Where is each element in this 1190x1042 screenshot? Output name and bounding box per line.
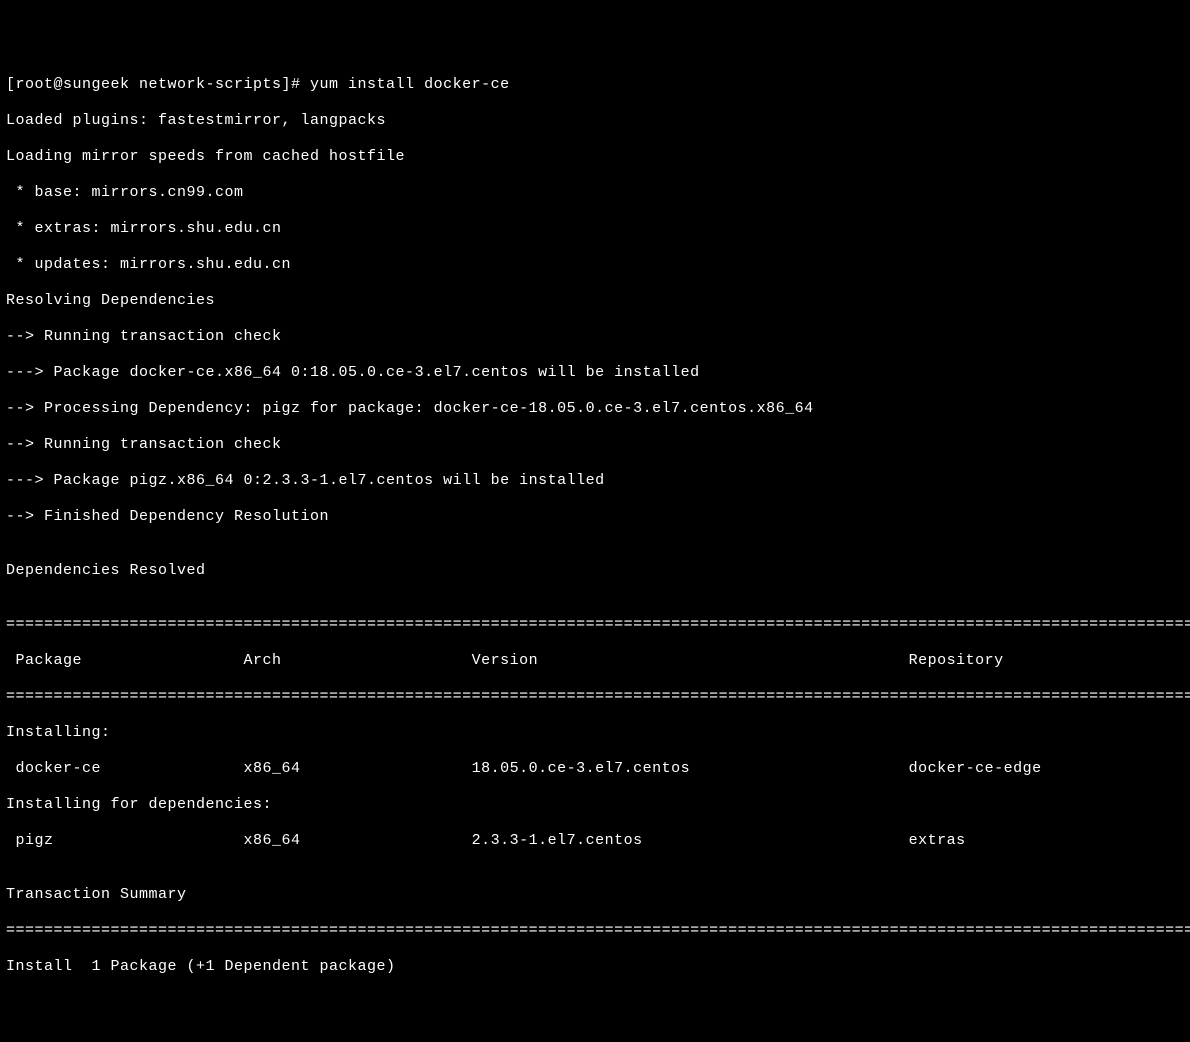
shell-prompt-line[interactable]: [root@sungeek network-scripts]# yum inst…: [6, 76, 1184, 94]
table-row: docker-ce x86_64 18.05.0.ce-3.el7.centos…: [6, 760, 1184, 778]
output-line: --> Running transaction check: [6, 328, 1184, 346]
table-divider: ========================================…: [6, 922, 1184, 940]
table-divider: ========================================…: [6, 616, 1184, 634]
output-line: --> Finished Dependency Resolution: [6, 508, 1184, 526]
output-line: Loading mirror speeds from cached hostfi…: [6, 148, 1184, 166]
output-line: --> Processing Dependency: pigz for pack…: [6, 400, 1184, 418]
table-row: pigz x86_64 2.3.3-1.el7.centos extras 68…: [6, 832, 1184, 850]
output-line: * updates: mirrors.shu.edu.cn: [6, 256, 1184, 274]
output-line: Dependencies Resolved: [6, 562, 1184, 580]
table-header: Package Arch Version Repository Size: [6, 652, 1184, 670]
section-header: Installing for dependencies:: [6, 796, 1184, 814]
output-line: * base: mirrors.cn99.com: [6, 184, 1184, 202]
output-line: ---> Package pigz.x86_64 0:2.3.3-1.el7.c…: [6, 472, 1184, 490]
output-line: --> Running transaction check: [6, 436, 1184, 454]
section-header: Installing:: [6, 724, 1184, 742]
output-line: Install 1 Package (+1 Dependent package): [6, 958, 1184, 976]
output-line: Resolving Dependencies: [6, 292, 1184, 310]
section-header: Transaction Summary: [6, 886, 1184, 904]
output-line: Loaded plugins: fastestmirror, langpacks: [6, 112, 1184, 130]
table-divider: ========================================…: [6, 688, 1184, 706]
output-line: ---> Package docker-ce.x86_64 0:18.05.0.…: [6, 364, 1184, 382]
output-line: * extras: mirrors.shu.edu.cn: [6, 220, 1184, 238]
